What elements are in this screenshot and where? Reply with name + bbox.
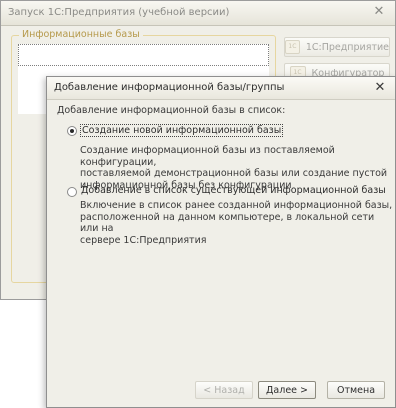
option-create-new-desc-line: Создание информационной базы из поставля… xyxy=(80,145,335,168)
option-create-new-radio[interactable] xyxy=(67,126,77,136)
dialog-prompt: Добавление информационной базы в список: xyxy=(57,105,286,116)
back-button[interactable]: < Назад xyxy=(195,381,253,399)
option-create-new-desc-line: поставляемой демонстрационной базы или с… xyxy=(80,168,388,179)
cancel-button[interactable]: Отмена xyxy=(327,381,385,399)
next-button[interactable]: Далее > xyxy=(258,381,316,399)
dialog-title: Добавление информационной базы/группы xyxy=(47,77,395,100)
infobases-group-title: Информационные базы xyxy=(19,29,143,40)
option-add-existing-radio[interactable] xyxy=(67,187,77,197)
enterprise-icon: 1C xyxy=(285,40,300,54)
launcher-close-icon[interactable]: ✕ xyxy=(371,4,387,20)
option-add-existing-label[interactable]: Добавление в список существующей информа… xyxy=(81,185,386,196)
option-add-existing-desc-line: Включение в список ранее созданной инфор… xyxy=(80,200,393,211)
dialog-close-icon[interactable]: ✕ xyxy=(373,80,387,96)
option-create-new-label[interactable]: Создание новой информационной базы xyxy=(80,124,284,137)
option-add-existing-desc-line: расположенной на данном компьютере, в ло… xyxy=(80,211,375,235)
option-add-existing-description: Включение в список ранее созданной инфор… xyxy=(80,200,395,246)
infobases-list-selected-row[interactable] xyxy=(18,44,269,66)
enterprise-button[interactable]: 1C 1С:Предприятие xyxy=(284,37,390,57)
add-infobase-dialog: Добавление информационной базы/группы ✕ … xyxy=(46,76,396,408)
enterprise-button-label: 1С:Предприятие xyxy=(305,41,389,53)
launcher-title: Запуск 1С:Предприятия (учебной версии) xyxy=(1,1,395,26)
option-add-existing-desc-line: сервере 1С:Предприятия xyxy=(80,234,207,246)
